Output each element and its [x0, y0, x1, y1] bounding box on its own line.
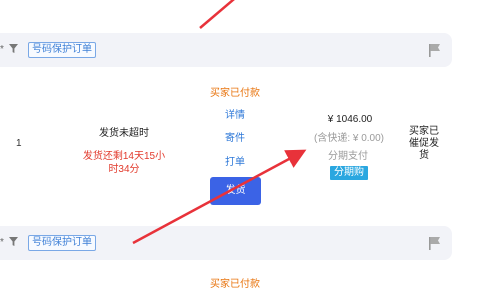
order-header-bar-2: * 号码保护订单 [0, 226, 452, 260]
order-header-bar-1: * 号码保护订单 [0, 33, 452, 67]
filter-icon[interactable] [9, 237, 18, 250]
order-status: 买家已付款 [210, 88, 260, 99]
details-link[interactable]: 详情 [215, 106, 255, 121]
buyer-note-line-3: 货 [419, 150, 429, 161]
number-protection-tag: 号码保护订单 [28, 42, 96, 58]
installment-badge: 分期购 [330, 166, 368, 180]
order-price: ¥ 1046.00 [327, 114, 373, 125]
filter-icon[interactable] [9, 44, 18, 57]
countdown-line-2: 时34分 [108, 164, 140, 175]
buyer-urge-note: 买家已 催促发 货 [406, 126, 442, 162]
flag-icon[interactable] [428, 43, 442, 57]
ship-button[interactable]: 发货 [210, 177, 261, 205]
payment-method: 分期支付 [328, 151, 368, 162]
print-label-link[interactable]: 打单 [215, 153, 255, 168]
countdown-line-1: 发货还剩14天15小 [82, 151, 166, 162]
row-number: 1 [16, 138, 22, 149]
star-icon[interactable]: * [0, 44, 4, 56]
send-link[interactable]: 寄件 [215, 129, 255, 144]
flag-icon[interactable] [428, 236, 442, 250]
order-2-status: 买家已付款 [210, 279, 260, 290]
star-icon[interactable]: * [0, 237, 4, 249]
ship-status: 发货未超时 [99, 128, 149, 139]
ship-countdown: 发货还剩14天15小 时34分 [80, 150, 168, 176]
buyer-note-line-2: 催促发 [409, 138, 439, 149]
shipping-fee-note: (含快递: ¥ 0.00) [313, 133, 385, 144]
annotation-arrow-top [199, 0, 235, 29]
number-protection-tag: 号码保护订单 [28, 235, 96, 251]
buyer-note-line-1: 买家已 [409, 126, 439, 137]
